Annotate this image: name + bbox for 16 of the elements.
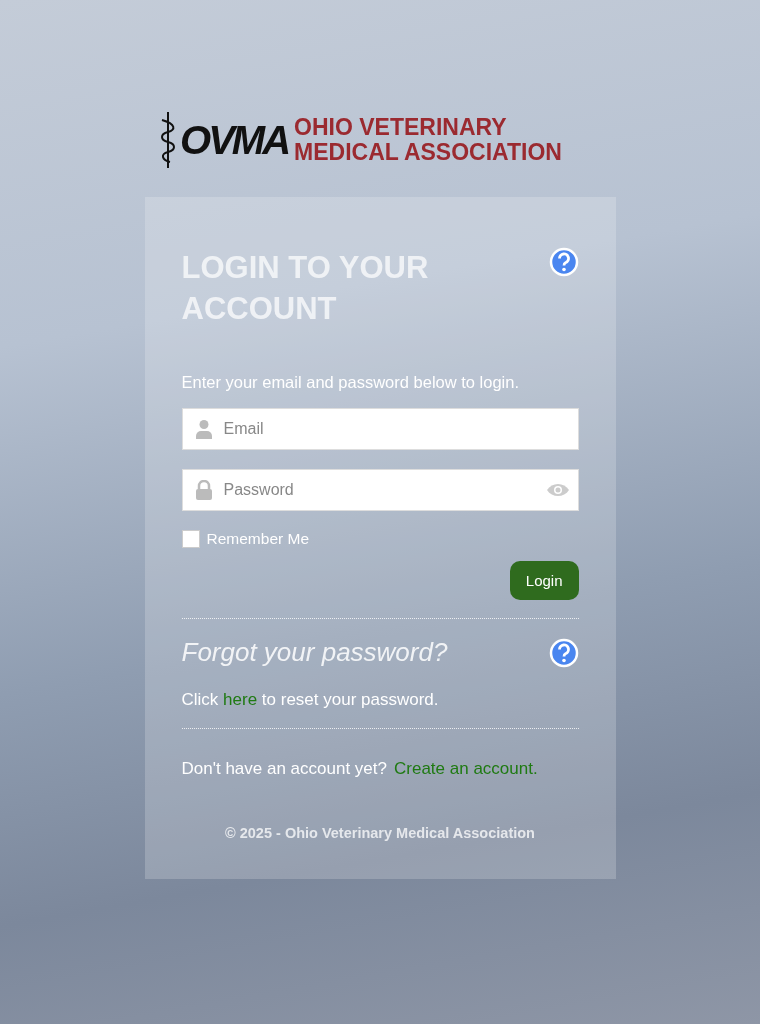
reset-link[interactable]: here xyxy=(223,690,258,709)
login-button[interactable]: Login xyxy=(509,561,579,600)
create-account-link[interactable]: Create an account. xyxy=(394,759,538,779)
help-icon[interactable] xyxy=(548,637,579,668)
reset-password-text: Click here to reset your password. xyxy=(181,690,440,710)
forgot-password-heading: Forgot your password? xyxy=(181,637,448,668)
copyright-text: © 2025 - Ohio Veterinary Medical Association xyxy=(224,825,536,841)
association-name: OHIO VETERINARY MEDICAL ASSOCIATION xyxy=(294,115,562,165)
remember-label[interactable]: Remember Me xyxy=(206,530,309,548)
signup-prompt: Don't have an account yet? xyxy=(181,759,387,779)
remember-checkbox[interactable] xyxy=(181,530,200,548)
instructions-text: Enter your email and password below to login. xyxy=(181,373,521,392)
help-icon[interactable] xyxy=(548,247,579,277)
password-field[interactable]: Password xyxy=(181,469,579,511)
email-field[interactable]: Email xyxy=(181,408,579,450)
logo-mark: OVMA xyxy=(180,117,289,163)
